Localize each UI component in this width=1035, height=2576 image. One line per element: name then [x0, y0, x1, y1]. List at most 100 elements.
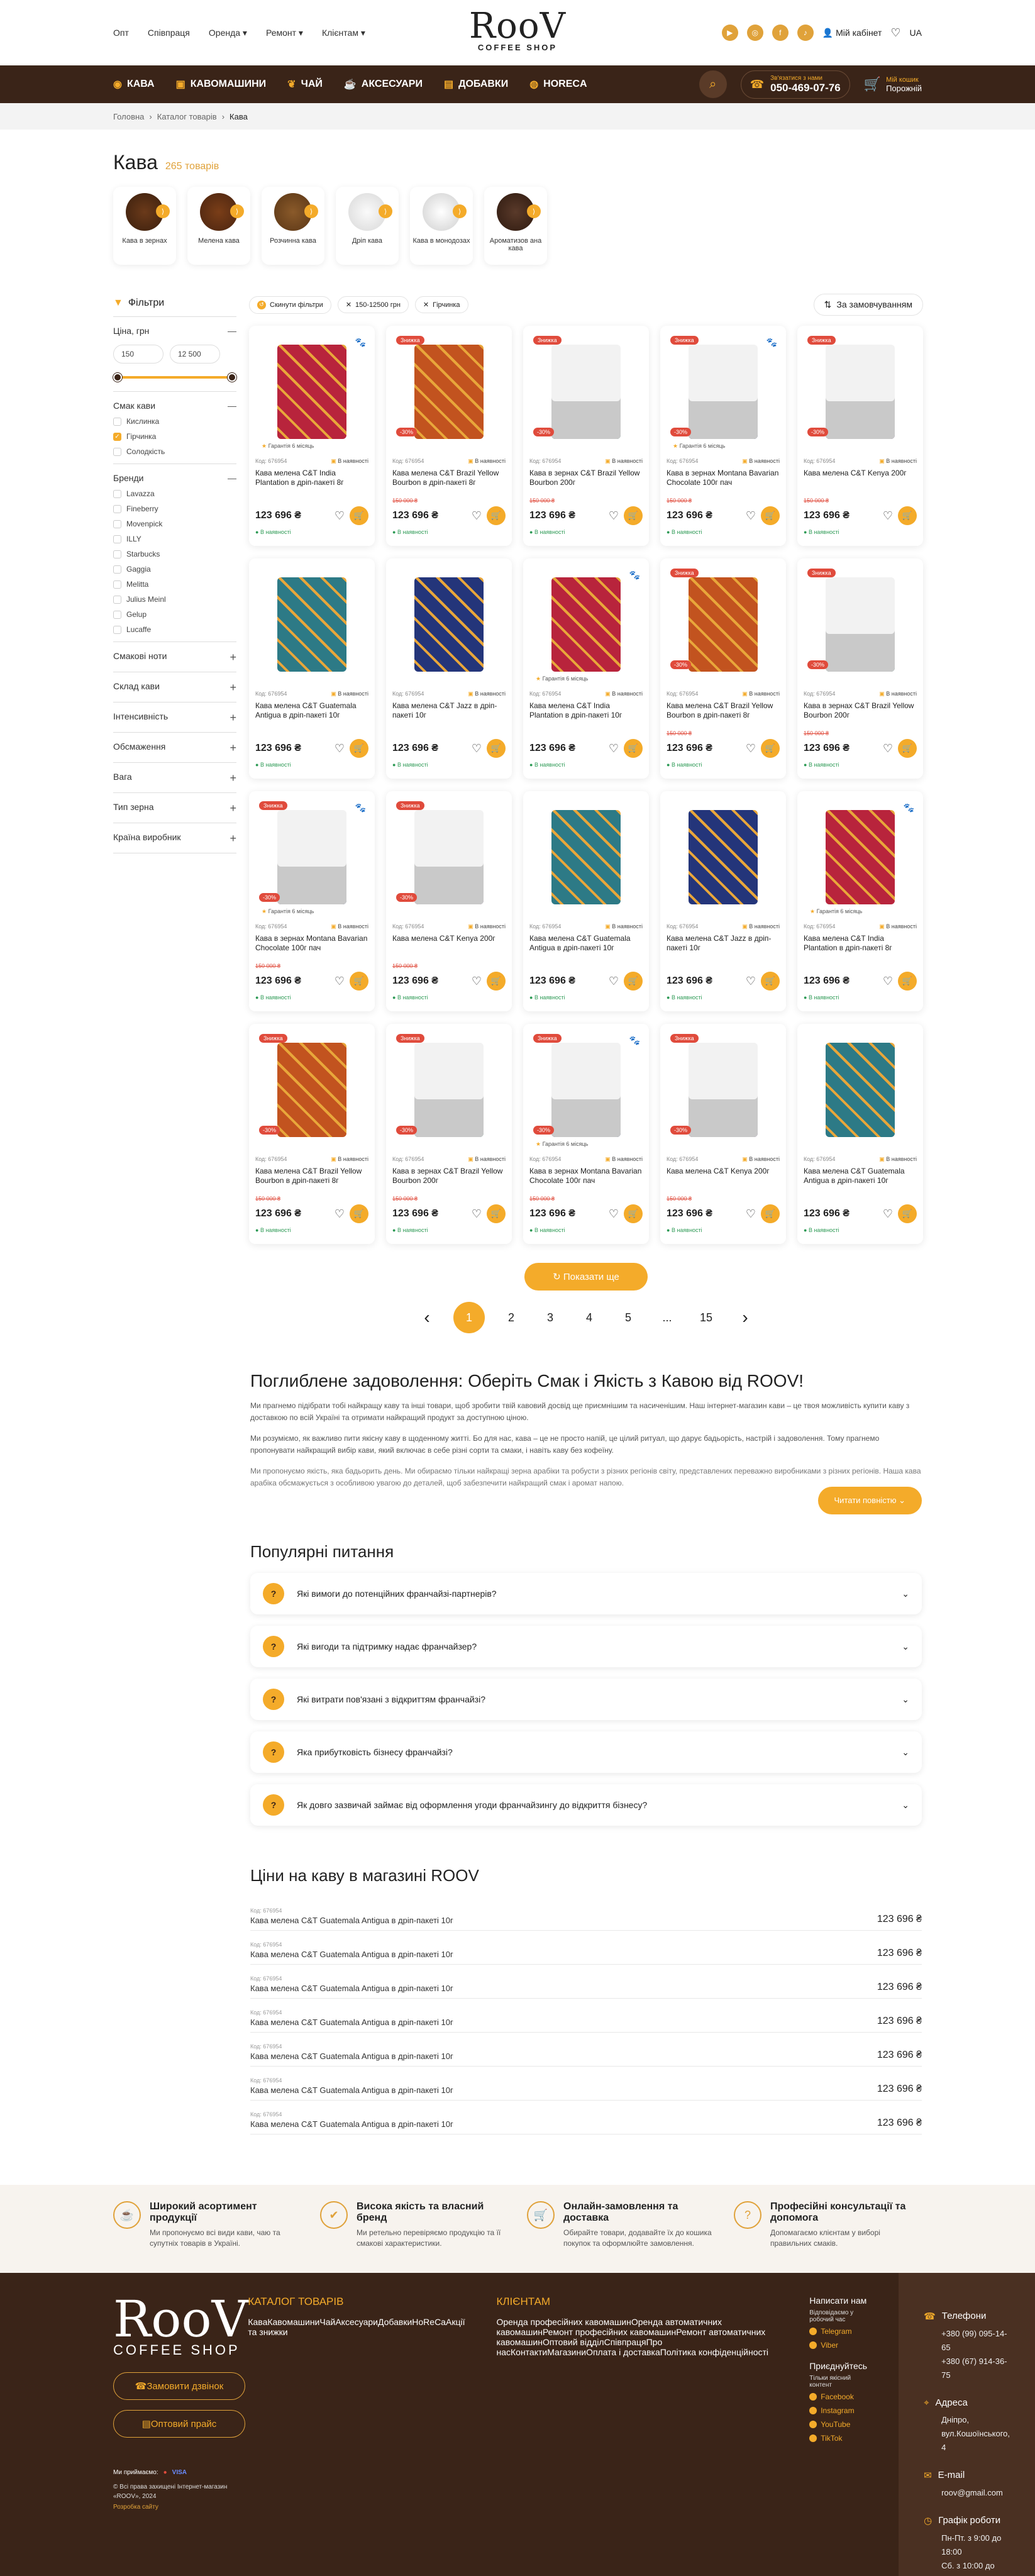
heart-icon[interactable]: ♡ [609, 975, 619, 988]
taste-option[interactable]: Кислинка [113, 417, 236, 426]
brand-option[interactable]: Starbucks [113, 550, 235, 558]
price-list-row[interactable]: Код: 676954 Кава мелена C&T Guatemala Ant… [250, 2067, 922, 2101]
product-card[interactable]: Знижка -30% Код: 676954 ▣ В наявності Кава м… [386, 326, 512, 546]
brand-option[interactable]: ILLY [113, 535, 235, 543]
social-link[interactable]: Facebook [809, 2392, 867, 2401]
price-list-row[interactable]: Код: 676954 Кава мелена C&T Guatemala Ant… [250, 2101, 922, 2135]
price-from-input[interactable] [113, 345, 163, 364]
faq-item[interactable]: ? Як довго зазвичай займає від оформлення… [250, 1784, 922, 1826]
checkbox[interactable] [113, 417, 121, 426]
subcategory-ground[interactable]: Мелена кава [187, 187, 250, 265]
footer-catalog-link[interactable]: HoReCa [412, 2317, 446, 2327]
footer-catalog-link[interactable]: Кава [248, 2317, 267, 2327]
product-name[interactable]: Кава в зернах C&T Brazil Yellow Bourbon … [804, 701, 917, 730]
wholesale-price-button[interactable]: ▤ Оптовий прайс [113, 2410, 245, 2438]
price-to-input[interactable] [170, 345, 220, 364]
filter-toggle[interactable]: Інтенсивність + [113, 711, 236, 724]
nav-tea[interactable]: ❦ ЧАЙ [287, 78, 323, 91]
cart-button[interactable]: 🛒 Мій кошик Порожній [864, 76, 922, 93]
product-image[interactable] [667, 797, 780, 917]
cart-button[interactable]: 🛒 [761, 739, 780, 758]
cart-button[interactable]: 🛒 [487, 506, 506, 525]
footer-client-link[interactable]: Оптовий відділ [543, 2337, 604, 2347]
brand-option[interactable]: Movenpick [113, 519, 235, 528]
filter-toggle[interactable]: Склад кави + [113, 681, 236, 694]
footer-client-link[interactable]: Магазини [547, 2347, 586, 2357]
product-image[interactable]: Знижка -30% [392, 797, 506, 917]
cart-button[interactable]: 🛒 [350, 1204, 368, 1223]
subcategory-capsules[interactable]: Кава в монодозах [410, 187, 473, 265]
product-name[interactable]: Кава в зернах Montana Bavarian Chocolate… [529, 1167, 643, 1196]
slider-handle-max[interactable] [228, 373, 236, 382]
product-image[interactable]: Знижка -30% 🐾 ★ Гарантія 6 місяць [667, 332, 780, 452]
heart-icon[interactable]: ♡ [746, 742, 756, 755]
checkbox[interactable] [113, 580, 121, 589]
nav-additives[interactable]: ▤ ДОБАВКИ [444, 78, 508, 91]
product-card[interactable]: Знижка -30% 🐾 ★ Гарантія 6 місяць Код: 67695… [523, 1024, 649, 1244]
page-button[interactable]: 2 [499, 1305, 524, 1330]
nav-clients[interactable]: Клієнтам ▾ [322, 28, 365, 38]
cart-button[interactable]: 🛒 [487, 972, 506, 991]
product-name[interactable]: Кава мелена C&T Guatemala Antigua в дріп… [255, 701, 368, 730]
checkbox[interactable] [113, 447, 121, 456]
heart-icon[interactable]: ♡ [746, 1208, 756, 1221]
product-name[interactable]: Кава в зернах C&T Brazil Yellow Bourbon … [529, 469, 643, 497]
checkbox[interactable] [113, 610, 121, 619]
collapsed-filter[interactable]: Тип зерна + [113, 793, 236, 823]
price-list-row[interactable]: Код: 676954 Кава мелена C&T Guatemala Ant… [250, 1897, 922, 1931]
product-name[interactable]: Кава мелена C&T India Plantation в дріп-… [255, 469, 368, 497]
collapsed-filter[interactable]: Обсмаження + [113, 733, 236, 763]
checkbox[interactable] [113, 489, 121, 498]
heart-icon[interactable]: ♡ [883, 1208, 893, 1221]
product-name[interactable]: Кава мелена C&T India Plantation в дріп-… [529, 701, 643, 730]
cart-button[interactable]: 🛒 [898, 506, 917, 525]
subcategory-flavored[interactable]: Ароматизов ана кава [484, 187, 547, 265]
collapsed-filter[interactable]: Інтенсивність + [113, 702, 236, 733]
product-card[interactable]: Знижка -30% Код: 676954 ▣ В наявності Кава м… [249, 1024, 375, 1244]
nav-opt[interactable]: Опт [113, 28, 129, 38]
footer-client-link[interactable]: Оплата і доставка [586, 2347, 660, 2357]
product-card[interactable]: Знижка -30% Код: 676954 ▣ В наявності Кава м… [660, 1024, 786, 1244]
cart-button[interactable]: 🛒 [624, 739, 643, 758]
social-link[interactable]: YouTube [809, 2420, 867, 2429]
taste-chip[interactable]: ✕ Гірчинка [414, 296, 468, 313]
cart-button[interactable]: 🛒 [761, 506, 780, 525]
product-card[interactable]: Код: 676954 ▣ В наявності Кава мелена C&T … [797, 1024, 923, 1244]
brand-option[interactable]: Fineberry [113, 504, 235, 513]
crumb-catalog[interactable]: Каталог товарів [157, 112, 217, 121]
language-switch[interactable]: UA [910, 28, 922, 38]
collapsed-filter[interactable]: Склад кави + [113, 672, 236, 702]
messenger-link[interactable]: Telegram [809, 2327, 867, 2336]
filter-toggle[interactable]: Країна виробник + [113, 832, 236, 845]
footer-logo[interactable]: RooV COFFEE SHOP [113, 2294, 248, 2358]
product-name[interactable]: Кава мелена C&T India Plantation в дріп-… [804, 934, 917, 963]
nav-machines[interactable]: ▣ КАВОМАШИНИ [176, 78, 267, 91]
footer-client-link[interactable]: Ремонт професійних кавомашин [543, 2327, 676, 2337]
cart-button[interactable]: 🛒 [350, 739, 368, 758]
footer-catalog-link[interactable]: Чай [319, 2317, 335, 2327]
product-name[interactable]: Кава мелена C&T Kenya 200г [392, 934, 506, 963]
filter-toggle[interactable]: Смакові ноти + [113, 651, 236, 664]
product-name[interactable]: Кава в зернах C&T Brazil Yellow Bourbon … [392, 1167, 506, 1196]
product-image[interactable] [804, 1030, 917, 1150]
product-image[interactable]: Знижка -30% [804, 565, 917, 684]
instagram-icon[interactable]: ◎ [746, 25, 763, 41]
checkbox-checked[interactable]: ✓ [113, 432, 121, 441]
brand-option[interactable]: Julius Meinl [113, 595, 235, 604]
heart-icon[interactable]: ♡ [335, 975, 345, 988]
read-more-button[interactable]: Читати повністю ⌄ [817, 1487, 922, 1514]
heart-icon[interactable]: ♡ [472, 742, 482, 755]
heart-icon[interactable]: ♡ [609, 742, 619, 755]
footer-client-link[interactable]: Політика конфіденційності [660, 2347, 768, 2357]
price-list-row[interactable]: Код: 676954 Кава мелена C&T Guatemala Ant… [250, 2033, 922, 2067]
product-image[interactable]: 🐾 ★ Гарантія 6 місяць [255, 332, 368, 452]
account-link[interactable]: 👤 Мій кабінет [822, 28, 882, 38]
logo[interactable]: RooV COFFEE SHOP [469, 9, 566, 53]
product-card[interactable]: Знижка -30% 🐾 ★ Гарантія 6 місяць Код: 67695… [660, 326, 786, 546]
product-image[interactable]: 🐾 ★ Гарантія 6 місяць [529, 565, 643, 684]
page-button[interactable]: 15 [694, 1305, 719, 1330]
cart-button[interactable]: 🛒 [761, 1204, 780, 1223]
product-card[interactable]: Знижка -30% Код: 676954 ▣ В наявності Кава м… [660, 558, 786, 779]
cart-button[interactable]: 🛒 [487, 739, 506, 758]
footer-catalog-link[interactable]: Аксесуари [335, 2317, 378, 2327]
